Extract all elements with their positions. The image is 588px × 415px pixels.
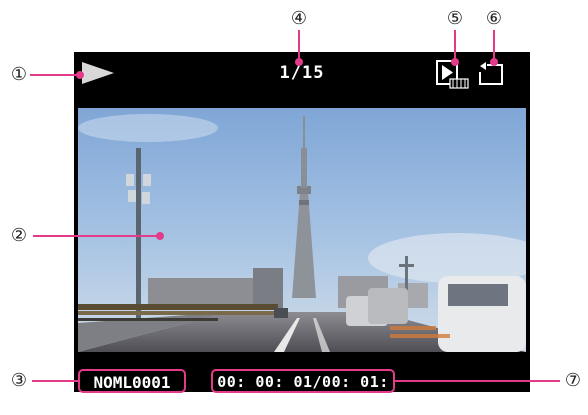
callout-4: ④ [290, 8, 308, 29]
callout-1: ① [10, 64, 28, 85]
top-bar: 1/15 [74, 52, 530, 96]
rotate-left-icon[interactable] [477, 60, 505, 88]
file-name-label: NOML0001 [78, 369, 186, 393]
video-playback-icon[interactable] [436, 60, 470, 90]
callout-5: ⑤ [446, 8, 464, 29]
callout-7: ⑦ [564, 370, 582, 391]
camera-image [78, 108, 526, 352]
playback-screen: 1/15 [74, 52, 530, 392]
callout-6: ⑥ [485, 8, 503, 29]
timecode-display: 00: 00: 01/00: 01: 00 [211, 369, 395, 413]
callout-2: ② [10, 225, 28, 246]
callout-3: ③ [10, 370, 28, 391]
